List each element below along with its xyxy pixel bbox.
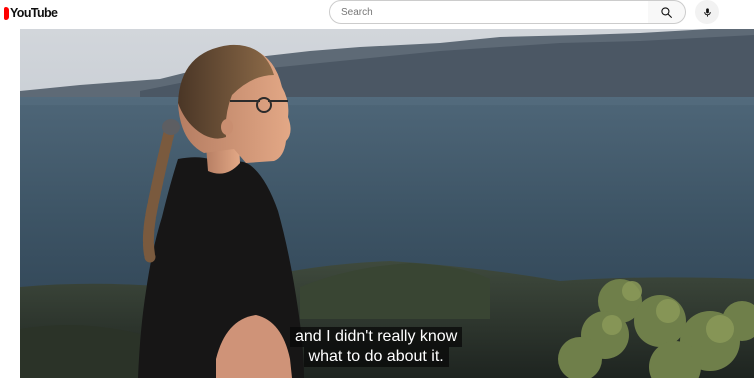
search-icon: [661, 6, 672, 18]
youtube-logo[interactable]: YouTube: [4, 5, 58, 21]
caption-line: what to do about it.: [303, 347, 449, 367]
search-input[interactable]: [329, 0, 649, 24]
search-button[interactable]: [648, 0, 686, 24]
video-player[interactable]: and I didn't really know what to do abou…: [20, 29, 754, 378]
video-frame: [20, 29, 754, 378]
logo-text: YouTube: [10, 6, 58, 20]
voice-search-button[interactable]: [695, 0, 719, 24]
top-bar: YouTube: [0, 0, 754, 26]
caption-window: and I didn't really know what to do abou…: [290, 327, 463, 367]
youtube-logo-icon: [4, 6, 9, 20]
microphone-icon: [703, 7, 711, 17]
caption-line: and I didn't really know: [290, 327, 463, 347]
